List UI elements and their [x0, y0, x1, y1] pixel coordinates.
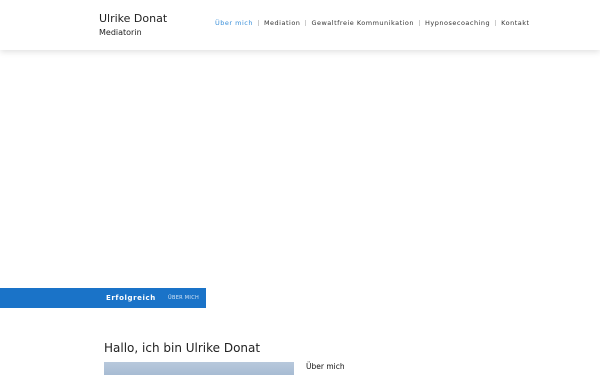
- breadcrumb-link-ueber-mich[interactable]: ÜBER MICH: [168, 295, 199, 301]
- page-title: Hallo, ich bin Ulrike Donat: [104, 341, 261, 355]
- main-nav: Über mich Mediation Gewaltfreie Kommunik…: [215, 19, 530, 27]
- page: Ulrike Donat Mediatorin Über mich Mediat…: [0, 0, 600, 375]
- nav-item-gewaltfreie-kommunikation[interactable]: Gewaltfreie Kommunikation: [311, 19, 414, 27]
- brand-name[interactable]: Ulrike Donat: [99, 12, 167, 26]
- breadcrumb-current: Erfolgreich: [106, 294, 156, 302]
- nav-item-hypnosecoaching[interactable]: Hypnosecoaching: [425, 19, 490, 27]
- brand-subtitle: Mediatorin: [99, 28, 142, 37]
- brand[interactable]: Ulrike Donat Mediatorin: [99, 12, 167, 39]
- nav-item-kontakt[interactable]: Kontakt: [501, 19, 529, 27]
- section-heading-ueber-mich: Über mich: [306, 362, 345, 371]
- nav-separator: [419, 20, 421, 26]
- nav-item-ueber-mich[interactable]: Über mich: [215, 19, 253, 27]
- site-header: Ulrike Donat Mediatorin Über mich Mediat…: [0, 0, 600, 50]
- nav-item-mediation[interactable]: Mediation: [264, 19, 300, 27]
- nav-separator: [305, 20, 307, 26]
- breadcrumb: Erfolgreich ÜBER MICH: [0, 288, 206, 308]
- hero-area: [0, 50, 600, 308]
- portrait-image: [104, 362, 294, 375]
- nav-separator: [257, 20, 259, 26]
- nav-separator: [495, 20, 497, 26]
